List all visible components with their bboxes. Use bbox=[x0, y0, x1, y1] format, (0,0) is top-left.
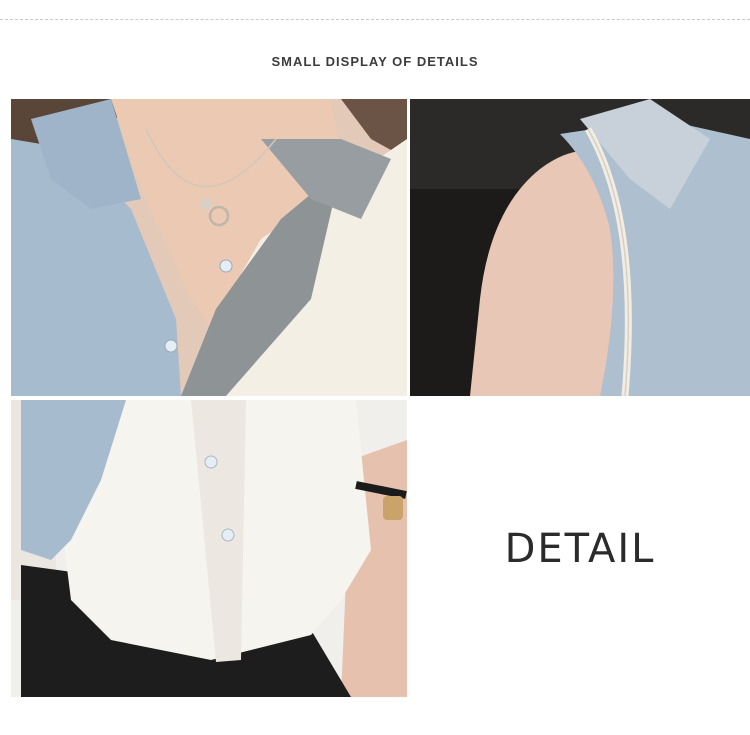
top-divider bbox=[0, 19, 750, 20]
collar-photo-art bbox=[11, 99, 407, 396]
shoulder-detail-photo bbox=[410, 99, 750, 396]
hem-detail-photo bbox=[11, 400, 407, 697]
shoulder-photo-art bbox=[410, 99, 750, 396]
collar-detail-photo bbox=[11, 99, 407, 396]
hem-photo-art bbox=[11, 400, 407, 697]
section-title: SMALL DISPLAY OF DETAILS bbox=[271, 54, 479, 69]
detail-label: DETAIL bbox=[504, 525, 656, 572]
detail-panel: DETAIL bbox=[410, 400, 750, 697]
